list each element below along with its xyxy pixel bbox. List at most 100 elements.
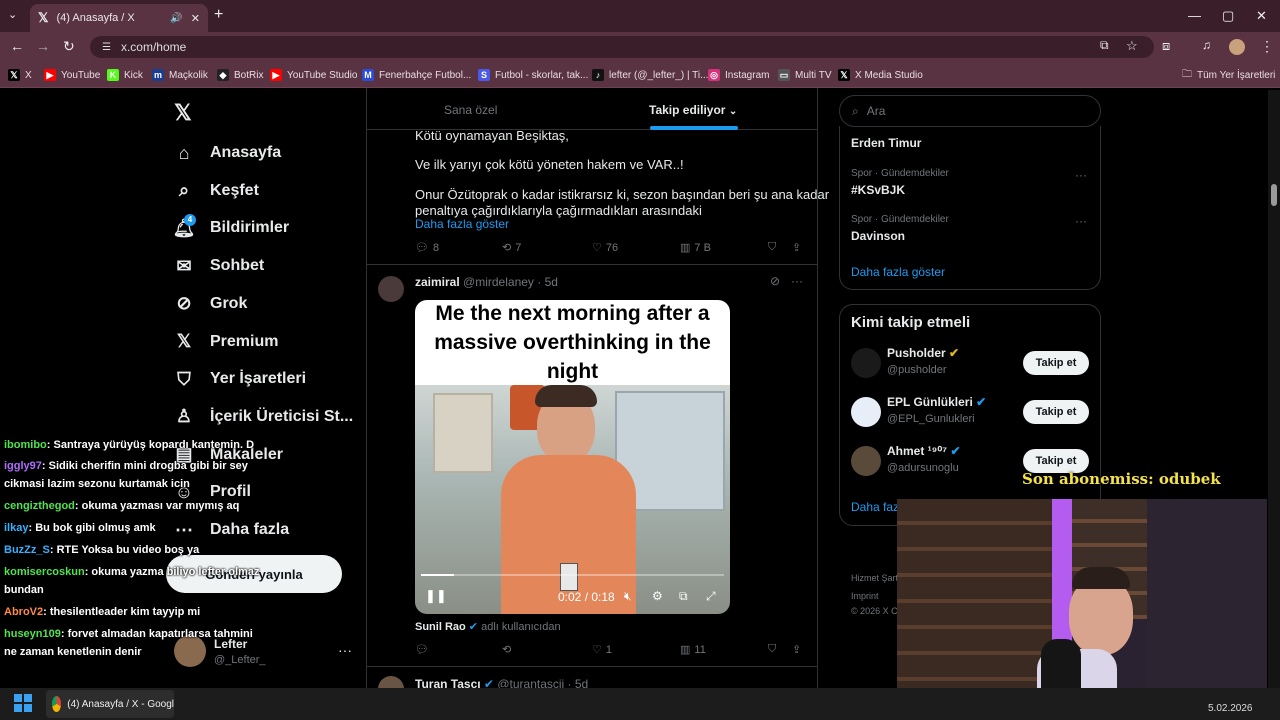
- post1-line: Ve ilk yarıyı çok kötü yöneten hakem ve …: [415, 157, 684, 172]
- trend-title[interactable]: #KSvBJK: [851, 183, 905, 197]
- bookmark-item[interactable]: 𝕏 X Media Studio: [838, 68, 923, 82]
- account-more-icon[interactable]: ···: [338, 642, 352, 658]
- share-button[interactable]: ⇪: [792, 241, 801, 254]
- media-icon[interactable]: ♫: [1202, 38, 1211, 52]
- speaker-icon[interactable]: 🔊: [170, 13, 182, 24]
- views-button[interactable]: ▥ 7 B: [680, 241, 711, 255]
- forward-button[interactable]: →: [36, 38, 50, 54]
- repost-button[interactable]: ⟲ 7: [502, 241, 522, 255]
- suggestion-name[interactable]: Ahmet ¹⁹⁰⁷ ✔: [887, 444, 961, 458]
- trend-title[interactable]: Davinson: [851, 229, 905, 243]
- nav-item[interactable]: ⛉ Yer İşaretleri: [172, 364, 306, 394]
- restore-button[interactable]: ▢: [1222, 8, 1234, 24]
- scrollbar-track[interactable]: [1268, 90, 1280, 688]
- reload-button[interactable]: ↻: [63, 38, 75, 55]
- avatar[interactable]: [1229, 39, 1245, 55]
- chart-icon: ▥: [680, 644, 691, 656]
- tab-following[interactable]: Takip ediliyor ⌄: [649, 103, 737, 117]
- footer-link[interactable]: Imprint: [851, 591, 879, 601]
- nav-item[interactable]: ⌂ Anasayfa: [172, 138, 282, 168]
- bookmark-button[interactable]: ⛉: [768, 643, 776, 656]
- suggestion-avatar[interactable]: [851, 397, 881, 427]
- bookmark-item[interactable]: ◆ BotRix: [217, 68, 263, 82]
- window-close-button[interactable]: ✕: [1256, 8, 1267, 24]
- new-tab-button[interactable]: +: [214, 6, 223, 24]
- nav-item[interactable]: ⋯ Daha fazla: [172, 515, 289, 545]
- search-input[interactable]: ⌕ Ara: [839, 95, 1101, 127]
- pause-icon[interactable]: ❚❚: [425, 588, 447, 604]
- grok-icon[interactable]: ⊘: [770, 274, 780, 288]
- menu-icon[interactable]: ⋮: [1260, 38, 1274, 55]
- nav-item[interactable]: ⌕ Keşfet: [172, 176, 259, 206]
- pip-icon[interactable]: ⧉: [679, 589, 688, 604]
- suggestion-name[interactable]: Pusholder ✔: [887, 346, 959, 360]
- cast-icon[interactable]: ⧉: [1100, 38, 1109, 53]
- webcam-feed: [897, 499, 1267, 688]
- mute-icon[interactable]: 🔇︎: [624, 589, 632, 604]
- bookmark-item[interactable]: ▶ YouTube: [44, 68, 100, 82]
- taskbar-app-chrome[interactable]: (4) Anasayfa / X - Googl: [46, 690, 174, 718]
- repost-count: 7: [515, 241, 522, 254]
- follow-button[interactable]: Takip et: [1023, 400, 1089, 424]
- windows-start-icon[interactable]: [14, 694, 32, 712]
- minimize-button[interactable]: —: [1188, 8, 1201, 23]
- tab-search-icon[interactable]: ⌄: [8, 8, 17, 21]
- bookmark-item[interactable]: K Kick: [107, 68, 143, 82]
- verified-badge-icon: ✔: [947, 444, 961, 458]
- bookmark-item[interactable]: ▶ YouTube Studio: [270, 68, 357, 82]
- footer-link[interactable]: Hizmet Şart: [851, 573, 898, 583]
- follow-show-more[interactable]: Daha fazl: [851, 500, 902, 514]
- views-button[interactable]: ▥ 11: [680, 643, 706, 657]
- post-more-icon[interactable]: ···: [791, 274, 803, 288]
- browser-tab[interactable]: 𝕏 (4) Anasayfa / X 🔊 ✕: [30, 4, 208, 32]
- post-avatar[interactable]: [378, 276, 404, 302]
- x-logo-icon[interactable]: 𝕏: [174, 100, 192, 126]
- back-button[interactable]: ←: [10, 38, 24, 54]
- suggestion-name[interactable]: EPL Günlükleri ✔: [887, 395, 986, 409]
- nav-item[interactable]: 🔔︎ 4 Bildirimler: [172, 213, 289, 243]
- tab-for-you[interactable]: Sana özel: [444, 103, 497, 117]
- bookmark-item[interactable]: m Maçkolik: [152, 68, 208, 82]
- trend-title[interactable]: Erden Timur: [851, 136, 921, 150]
- heart-icon: ♡: [592, 242, 602, 254]
- nav-item[interactable]: 𝕏 Premium: [172, 327, 279, 357]
- scrollbar-thumb[interactable]: [1271, 184, 1277, 206]
- bookmark-item[interactable]: ▭ Multi TV: [778, 68, 832, 82]
- suggestion-avatar[interactable]: [851, 348, 881, 378]
- bookmark-item[interactable]: ◎ Instagram: [708, 68, 769, 82]
- credit-name[interactable]: Sunil Rao: [415, 621, 466, 633]
- show-more-link[interactable]: Daha fazla göster: [415, 217, 509, 231]
- address-bar[interactable]: ☰ x.com/home: [90, 36, 1154, 58]
- reply-button[interactable]: 💬︎ 8: [415, 241, 439, 255]
- extensions-icon[interactable]: ⧈: [1162, 38, 1170, 54]
- bookmark-item[interactable]: ♪ lefter (@_lefter_) | Ti...: [592, 68, 708, 82]
- post-author[interactable]: zaimiral: [415, 275, 460, 289]
- nav-item[interactable]: ♙ İçerik Üreticisi St...: [172, 402, 353, 432]
- share-button[interactable]: ⇪: [792, 643, 801, 656]
- trends-show-more[interactable]: Daha fazla göster: [851, 265, 945, 279]
- star-icon[interactable]: ☆: [1126, 38, 1138, 54]
- bookmark-item[interactable]: M Fenerbahçe Futbol...: [362, 68, 471, 82]
- reply-button[interactable]: 💬︎: [415, 643, 433, 656]
- bookmark-item[interactable]: S Futbol - skorlar, tak...: [478, 68, 588, 82]
- like-button[interactable]: ♡ 76: [592, 241, 618, 255]
- fullscreen-icon[interactable]: ⤢: [706, 589, 716, 604]
- bookmark-button[interactable]: ⛉: [768, 241, 776, 254]
- like-button[interactable]: ♡ 1: [592, 643, 612, 657]
- trend-more-icon[interactable]: ···: [1075, 214, 1087, 228]
- video-progress-track[interactable]: [421, 574, 724, 576]
- site-info-icon[interactable]: ☰: [102, 42, 111, 53]
- settings-icon[interactable]: ⚙: [652, 589, 663, 603]
- close-icon[interactable]: ✕: [191, 12, 200, 25]
- follow-button[interactable]: Takip et: [1023, 351, 1089, 375]
- all-bookmarks[interactable]: 🗀 Tüm Yer İşaretleri: [1182, 68, 1275, 82]
- instagram-icon: ◎: [708, 69, 720, 81]
- nav-item[interactable]: ✉ Sohbet: [172, 251, 264, 281]
- suggestion-avatar[interactable]: [851, 446, 881, 476]
- repost-button[interactable]: ⟲: [502, 643, 515, 656]
- nav-item[interactable]: ⊘ Grok: [172, 289, 247, 319]
- bookmark-item[interactable]: 𝕏X: [8, 68, 32, 82]
- trend-more-icon[interactable]: ···: [1075, 168, 1087, 182]
- s-icon: S: [478, 69, 490, 81]
- video-player[interactable]: Me the next morning after a massive over…: [415, 300, 730, 614]
